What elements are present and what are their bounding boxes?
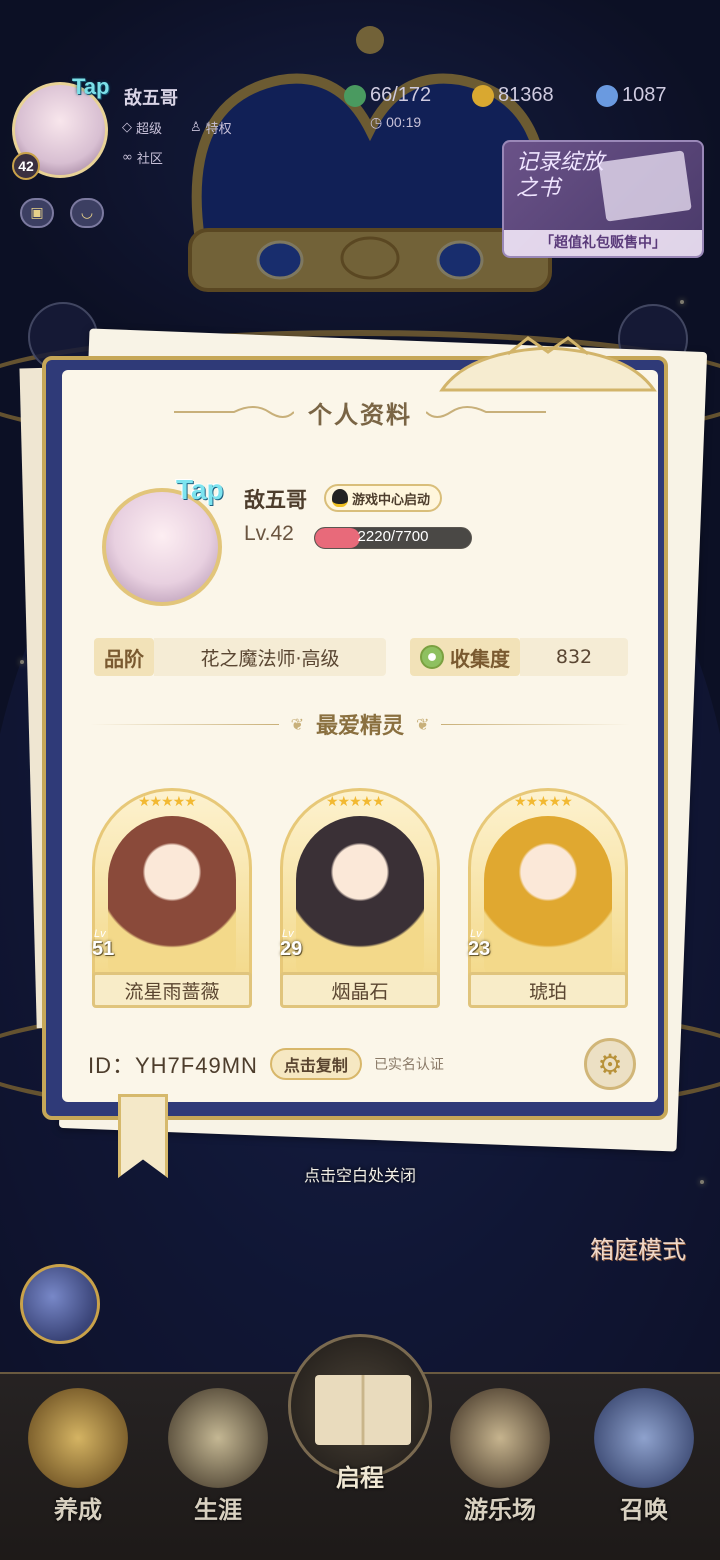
xp-progress-bar: 2220/7700: [314, 527, 472, 549]
gold-value: 81368: [498, 84, 554, 106]
stamina-value: 66/172: [370, 84, 432, 106]
privilege-tag-label: 特权: [205, 122, 232, 137]
nav-label: 召唤: [620, 1496, 668, 1524]
nav-item-develop[interactable]: 养成: [18, 1388, 138, 1548]
nav-item-playground[interactable]: 游乐场: [440, 1388, 560, 1548]
collection-label: 收集度: [450, 646, 510, 671]
spirit-name: 琥珀: [468, 972, 628, 1008]
flourish-right-icon: [426, 406, 546, 418]
player-level-badge: 42: [12, 152, 40, 180]
camera-button[interactable]: ▣: [20, 198, 54, 228]
eye-button[interactable]: ◡: [70, 198, 104, 228]
gem-icon: [596, 84, 618, 107]
nav-item-summon[interactable]: 召唤: [584, 1388, 704, 1548]
profile-tap-logo: Tap: [176, 474, 224, 505]
star-rating: ★★★★★: [326, 794, 385, 810]
star-rating: ★★★★★: [514, 794, 573, 810]
community-tag-label: 社区: [136, 152, 163, 167]
nav-label-start: 启程: [336, 1464, 384, 1492]
diamond-value: 1087: [622, 84, 667, 106]
spirit-name: 烟晶石: [280, 972, 440, 1008]
star-icon: [450, 1388, 550, 1488]
collection-label-box: 收集度: [410, 638, 520, 676]
rank-row: 品阶 花之魔法师·高级: [94, 638, 386, 676]
nav-label: 游乐场: [464, 1496, 536, 1524]
garden-mode-label: 箱庭模式: [590, 1236, 686, 1264]
star-rating: ★★★★★: [138, 794, 197, 810]
favorite-spirits-title: 最爱精灵: [316, 714, 405, 739]
nav-item-career[interactable]: 生涯: [158, 1388, 278, 1548]
book-icon: [315, 1375, 411, 1445]
profile-level: Lv.42: [244, 522, 294, 545]
crown-icon: [168, 1388, 268, 1488]
divider: [90, 723, 279, 725]
gift-box-image: [598, 150, 692, 222]
promo-subtitle: 「超值礼包贩售中」: [504, 230, 702, 256]
qq-badge-label: 游戏中心启动: [352, 492, 431, 508]
character-icon: [28, 1388, 128, 1488]
profile-title: 个人资料: [308, 400, 412, 429]
vip-tag[interactable]: ◇ 超级: [122, 118, 162, 137]
nav-label: 养成: [54, 1496, 102, 1524]
community-tag[interactable]: ∞ 社区: [122, 148, 163, 167]
spirit-card[interactable]: ★★★★★ Lv 51 流星雨蔷薇: [92, 772, 252, 1008]
leaf-flourish-icon: ❦: [416, 714, 430, 734]
close-hint[interactable]: 点击空白处关闭: [0, 1162, 720, 1186]
profile-avatar[interactable]: Tap: [96, 474, 236, 606]
diamond-counter[interactable]: 1087: [596, 84, 667, 107]
profile-name: 敌五哥: [244, 488, 307, 512]
diamond-icon: ◇: [122, 120, 132, 135]
gold-coin-icon: [472, 84, 494, 107]
settings-button[interactable]: ⚙: [584, 1038, 636, 1090]
player-id: ID：YH7F49MN: [88, 1053, 258, 1078]
favorite-spirits-header: ❦ 最爱精灵 ❦: [90, 706, 631, 742]
tap-logo: Tap: [72, 74, 110, 99]
collection-value: 832: [520, 638, 628, 676]
player-id-row: ID：YH7F49MN 点击复制 已实名认证: [88, 1048, 444, 1080]
xp-progress-text: 2220/7700: [357, 528, 429, 545]
mask-icon: ∞: [122, 150, 133, 165]
qq-launch-badge[interactable]: 游戏中心启动: [324, 484, 443, 512]
stamina-counter[interactable]: 66/172: [344, 84, 431, 107]
spirit-card[interactable]: ★★★★★ Lv 23 琥珀: [468, 772, 628, 1008]
spirit-level: 23: [468, 938, 491, 960]
rank-value: 花之魔法师·高级: [154, 638, 386, 676]
gold-counter[interactable]: 81368: [472, 84, 554, 107]
clover-icon: [344, 84, 366, 107]
privilege-icon: ♙: [190, 120, 202, 135]
privilege-tag[interactable]: ♙ 特权: [190, 118, 232, 137]
verified-label: 已实名认证: [373, 1057, 444, 1073]
copy-id-button[interactable]: 点击复制: [269, 1048, 362, 1080]
summon-card-icon: [594, 1388, 694, 1488]
garden-mode-button[interactable]: 箱庭模式: [572, 1222, 698, 1330]
profile-title-row: 个人资料: [150, 392, 570, 432]
timer-value: 00:19: [386, 114, 422, 130]
leaf-flourish-icon: ❦: [290, 714, 304, 734]
divider: [441, 723, 631, 725]
spirit-level: 29: [280, 938, 303, 960]
promo-title: 记录绽放之书: [516, 150, 605, 201]
qq-penguin-icon: [332, 489, 348, 507]
vip-tag-label: 超级: [136, 122, 163, 137]
nav-item-start[interactable]: [288, 1334, 432, 1478]
player-name: 敌五哥: [124, 88, 178, 109]
gear-icon: ⚙: [597, 1047, 623, 1081]
rank-label: 品阶: [94, 638, 154, 676]
spirit-level: 51: [92, 938, 115, 960]
spirit-name: 流星雨蔷薇: [92, 972, 252, 1008]
collection-row[interactable]: 收集度 832: [410, 638, 628, 676]
moon-orb-button[interactable]: [20, 1264, 100, 1344]
camera-icon: ▣: [30, 205, 44, 221]
stamina-timer: ◷ 00:19: [370, 114, 422, 130]
promo-banner[interactable]: 记录绽放之书 「超值礼包贩售中」: [502, 140, 704, 258]
flower-icon: [420, 645, 444, 669]
eye-icon: ◡: [80, 205, 94, 221]
spirit-card[interactable]: ★★★★★ Lv 29 烟晶石: [280, 772, 440, 1008]
card-crest-ornament: [439, 336, 657, 392]
flourish-left-icon: [174, 406, 294, 418]
nav-label: 生涯: [194, 1496, 242, 1524]
